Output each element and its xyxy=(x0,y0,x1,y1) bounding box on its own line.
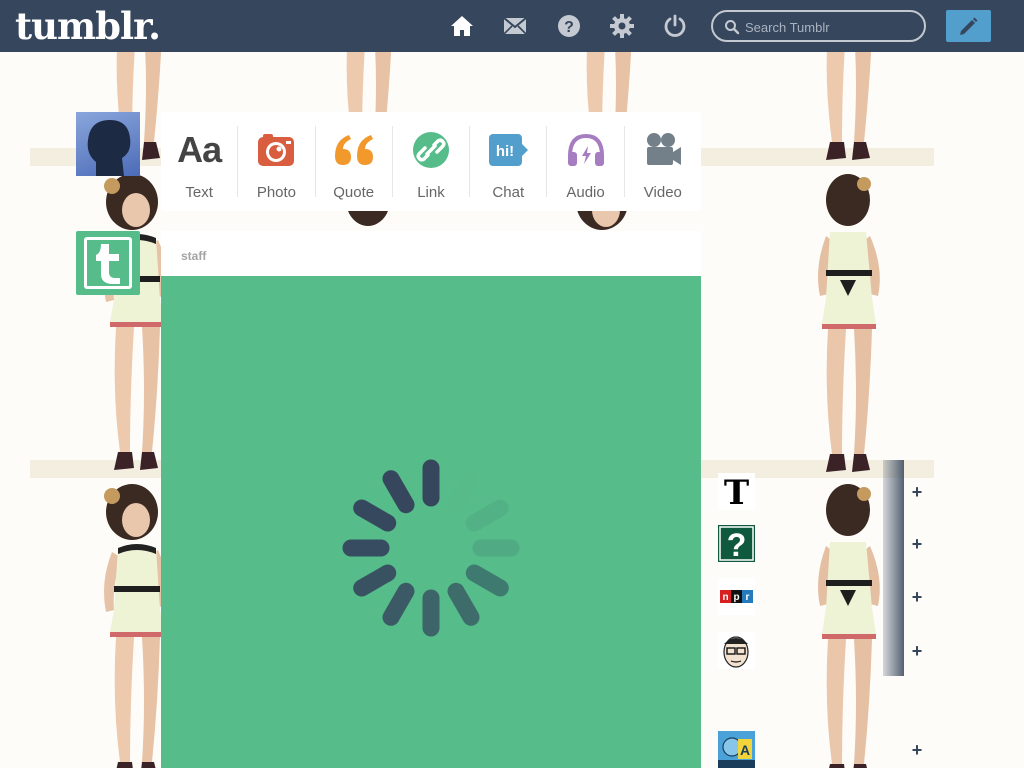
post-type-label: Photo xyxy=(256,184,297,201)
staff-avatar[interactable] xyxy=(76,231,140,295)
svg-text:A: A xyxy=(740,742,750,758)
staff-post: staff xyxy=(161,231,701,768)
recommended-blog-item[interactable]: n p r + xyxy=(718,578,922,618)
post-type-photo[interactable]: Photo xyxy=(238,126,316,201)
post-type-text[interactable]: Aa Text xyxy=(161,126,239,201)
recommended-blog-item[interactable]: A + xyxy=(718,731,922,768)
user-avatar[interactable] xyxy=(76,112,140,176)
post-media-loading xyxy=(161,276,701,768)
settings-icon[interactable] xyxy=(610,14,634,38)
chat-icon: hi! xyxy=(489,134,529,166)
post-type-link[interactable]: Link xyxy=(393,126,471,201)
post-type-audio[interactable]: Audio xyxy=(547,126,625,201)
blog-avatar-npr: n p r xyxy=(718,578,755,615)
recommended-blog-item[interactable]: T + xyxy=(718,473,922,513)
follow-button[interactable]: + xyxy=(906,634,928,668)
svg-text:p: p xyxy=(733,592,739,603)
svg-text:?: ? xyxy=(564,19,574,36)
svg-text:hi!: hi! xyxy=(496,143,514,160)
search-icon xyxy=(725,20,740,35)
blog-avatar-question: ? xyxy=(718,525,755,562)
text-icon: Aa xyxy=(177,129,222,170)
post-type-label: Video xyxy=(643,184,682,201)
cartoon-avatar-icon: A xyxy=(718,731,755,768)
follow-button[interactable]: + xyxy=(906,580,928,614)
tumblr-t-frame xyxy=(84,237,132,289)
post-type-bar: Aa Text Photo Quote Link hi! Chat Audio … xyxy=(161,112,701,211)
search-input[interactable] xyxy=(745,17,915,37)
svg-text:T: T xyxy=(724,473,749,510)
post-type-label: Text xyxy=(185,184,213,201)
follow-button[interactable]: + xyxy=(906,733,928,767)
quote-icon xyxy=(334,135,373,165)
top-navigation-bar: tumblr. ? xyxy=(0,0,1024,52)
camera-icon xyxy=(258,134,295,166)
loading-spinner-icon xyxy=(342,459,520,637)
post-type-label: Quote xyxy=(333,184,375,201)
post-type-quote[interactable]: Quote xyxy=(316,126,393,201)
tumblr-t-icon xyxy=(96,244,120,284)
post-type-label: Link xyxy=(417,184,445,201)
power-icon[interactable] xyxy=(663,14,687,38)
tumblr-logo[interactable]: tumblr. xyxy=(15,4,161,48)
user-silhouette-icon xyxy=(87,120,131,176)
face-avatar-icon xyxy=(723,636,749,668)
post-type-chat[interactable]: hi! Chat xyxy=(470,126,548,201)
video-camera-icon xyxy=(646,133,681,165)
home-icon[interactable] xyxy=(450,14,474,38)
link-icon xyxy=(412,132,449,168)
post-type-label: Audio xyxy=(566,184,605,201)
blog-avatar-face xyxy=(718,632,755,669)
post-header: staff xyxy=(161,231,701,276)
mail-icon[interactable] xyxy=(503,14,527,38)
search-box[interactable] xyxy=(711,10,926,42)
post-type-video[interactable]: Video xyxy=(625,126,701,201)
svg-text:?: ? xyxy=(727,527,747,562)
compose-button[interactable] xyxy=(946,10,991,42)
follow-button[interactable]: + xyxy=(906,527,928,561)
blog-avatar-cartoon: A xyxy=(718,731,755,768)
post-type-label: Chat xyxy=(492,184,525,201)
question-avatar-icon: ? xyxy=(719,526,754,562)
sidebar-scroll-strip xyxy=(883,460,904,676)
blog-avatar-t: T xyxy=(718,473,755,510)
help-icon[interactable]: ? xyxy=(557,14,581,38)
t-letter-avatar-icon: T xyxy=(724,473,749,510)
headphones-icon xyxy=(567,133,604,166)
post-author[interactable]: staff xyxy=(181,249,206,263)
svg-text:n: n xyxy=(722,592,728,603)
npr-logo-icon: n p r xyxy=(720,590,753,603)
follow-button[interactable]: + xyxy=(906,475,928,509)
pencil-icon xyxy=(960,17,978,35)
recommended-blog-item[interactable]: ? + xyxy=(718,525,922,565)
recommended-blog-item[interactable]: + xyxy=(718,632,922,672)
svg-text:r: r xyxy=(746,592,750,603)
